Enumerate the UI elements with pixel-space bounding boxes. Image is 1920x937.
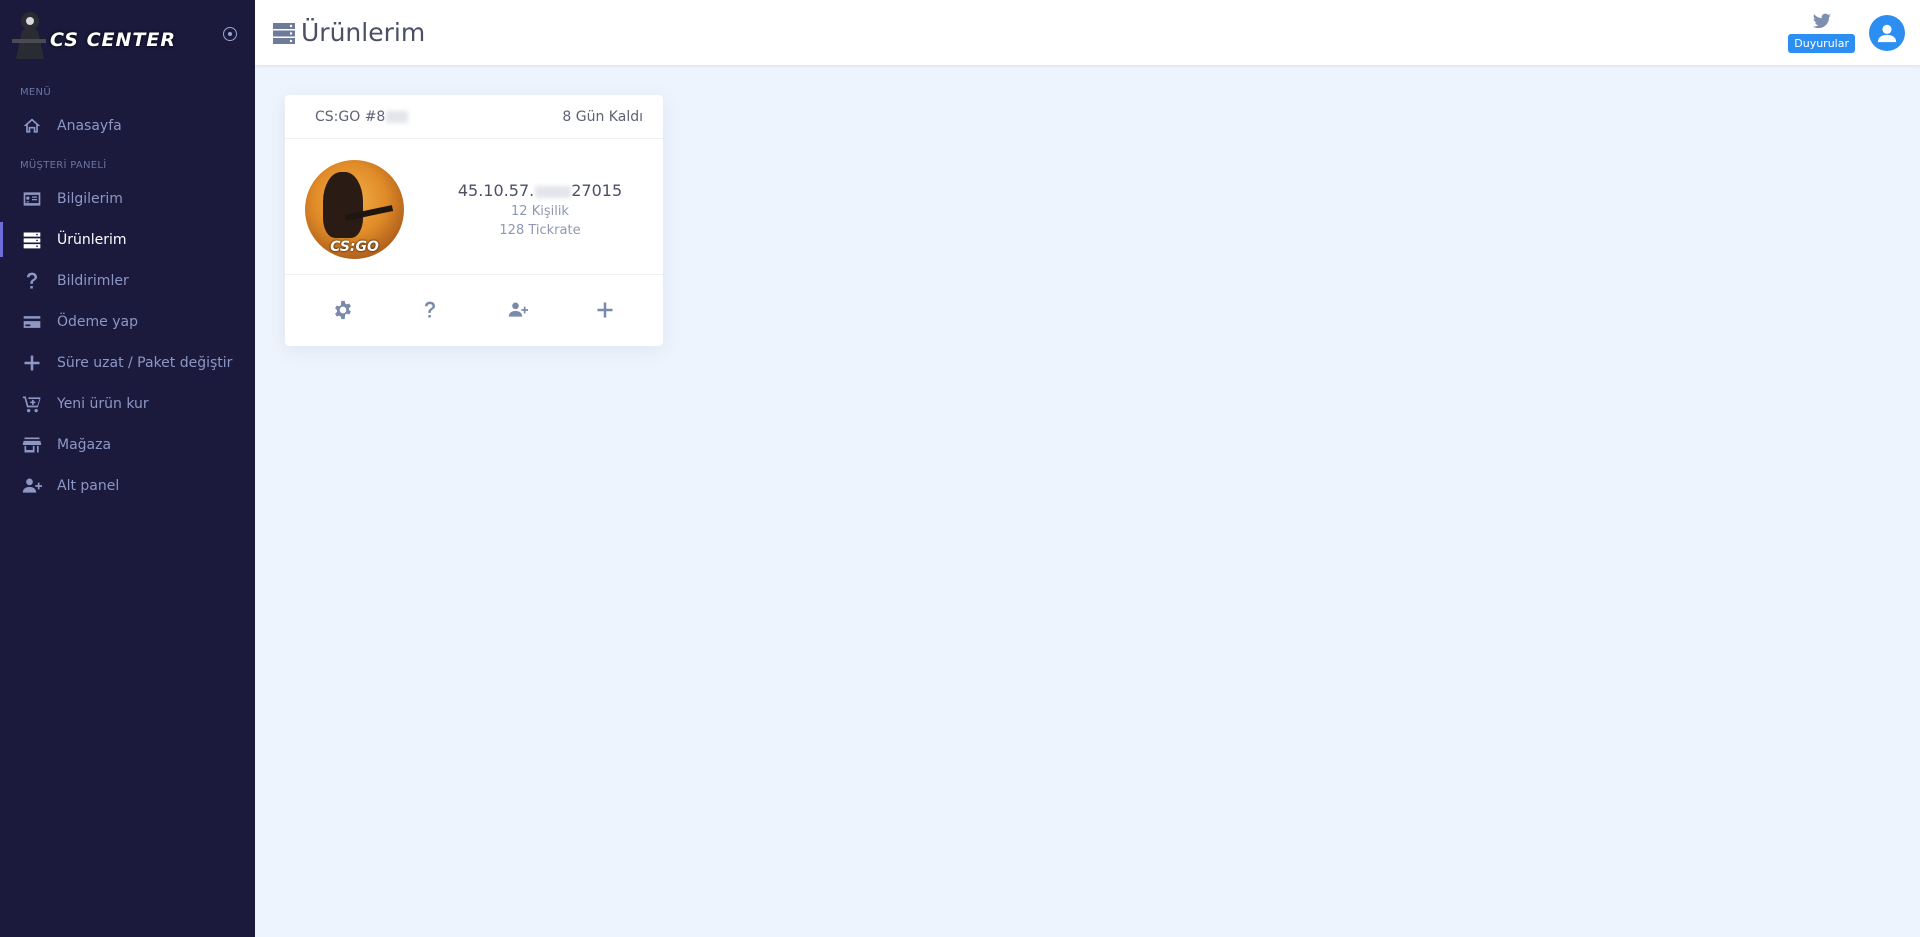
user-avatar[interactable] <box>1869 14 1905 51</box>
user-plus-icon <box>22 476 42 496</box>
product-card-header: CS:GO #8 8 Gün Kaldı <box>285 95 663 139</box>
redacted-blur <box>386 110 409 123</box>
topbar: Ürünlerim Duyurular <box>255 0 1920 65</box>
sidebar-item-anasayfa[interactable]: Anasayfa <box>0 105 255 146</box>
topbar-actions: Duyurular <box>1788 0 1905 65</box>
server-slots: 12 Kişilik <box>511 204 569 219</box>
product-name: CS:GO #8 <box>315 108 409 125</box>
sidebar-item-label: Ödeme yap <box>57 313 138 330</box>
sidebar-item-sure-uzat[interactable]: Süre uzat / Paket değiştir <box>0 342 255 383</box>
days-left: 8 Gün Kaldı <box>562 108 643 125</box>
sidebar: CS CENTER MENÜ Anasayfa MÜŞTERİ PANELİ B… <box>0 0 255 937</box>
server-ip-port: 27015 <box>571 181 623 200</box>
sidebar-item-bildirimler[interactable]: Bildirimler <box>0 260 255 301</box>
server-info: 45.10.57. 27015 12 Kişilik 128 Tickrate <box>435 181 645 240</box>
plus-icon <box>22 353 42 373</box>
game-image: CS:GO <box>305 160 404 259</box>
sidebar-item-label: Yeni ürün kur <box>57 395 149 412</box>
product-card-body: CS:GO 45.10.57. 27015 12 Kişilik 128 Tick… <box>285 139 663 275</box>
product-card: CS:GO #8 8 Gün Kaldı CS:GO 45.10.57. 2701… <box>285 95 663 346</box>
settings-icon[interactable] <box>330 297 356 323</box>
sidebar-collapse-icon[interactable] <box>223 27 237 41</box>
server-ip-prefix: 45.10.57. <box>457 181 535 200</box>
plus-icon[interactable] <box>592 297 618 323</box>
brand-logo[interactable]: CS CENTER <box>0 0 255 65</box>
page-title: Ürünlerim <box>272 18 425 47</box>
server-icon <box>22 230 42 250</box>
sidebar-item-alt-panel[interactable]: Alt panel <box>0 465 255 506</box>
game-logo: CS:GO <box>330 239 379 255</box>
add-user-icon[interactable] <box>505 297 531 323</box>
section-label-customer-panel: MÜŞTERİ PANELİ <box>20 160 107 171</box>
sidebar-item-yeni-urun-kur[interactable]: Yeni ürün kur <box>0 383 255 424</box>
sidebar-item-odeme-yap[interactable]: Ödeme yap <box>0 301 255 342</box>
product-card-actions <box>285 275 663 345</box>
sidebar-item-label: Ürünlerim <box>57 231 127 248</box>
user-icon <box>1877 24 1897 42</box>
announcements[interactable]: Duyurular <box>1788 13 1855 53</box>
sidebar-item-bilgilerim[interactable]: Bilgilerim <box>0 178 255 219</box>
cart-icon <box>22 394 42 414</box>
sidebar-item-label: Anasayfa <box>57 117 122 134</box>
sidebar-item-magaza[interactable]: Mağaza <box>0 424 255 465</box>
brand-name: CS CENTER <box>50 28 176 51</box>
sidebar-item-label: Süre uzat / Paket değiştir <box>57 354 233 371</box>
twitter-icon[interactable] <box>1812 13 1832 31</box>
server-icon <box>272 21 296 45</box>
section-label-menu: MENÜ <box>20 87 51 98</box>
question-icon <box>22 271 42 291</box>
sidebar-item-label: Bilgilerim <box>57 190 123 207</box>
announcements-button[interactable]: Duyurular <box>1788 33 1855 53</box>
store-icon <box>22 435 42 455</box>
sidebar-item-label: Mağaza <box>57 436 112 453</box>
product-name-text: CS:GO #8 <box>315 108 386 125</box>
sidebar-item-urunlerim[interactable]: Ürünlerim <box>0 219 255 260</box>
page-title-text: Ürünlerim <box>301 18 426 47</box>
redacted-blur <box>535 185 572 198</box>
home-icon <box>22 116 42 136</box>
server-ip[interactable]: 45.10.57. 27015 <box>435 181 645 200</box>
server-tickrate: 128 Tickrate <box>499 223 581 238</box>
game-character-figure <box>323 172 363 238</box>
help-icon[interactable] <box>417 297 443 323</box>
id-card-icon <box>22 189 42 209</box>
credit-card-icon <box>22 312 42 332</box>
sidebar-item-label: Alt panel <box>57 477 120 494</box>
sidebar-item-label: Bildirimler <box>57 272 129 289</box>
brand-figure-icon <box>8 5 56 61</box>
